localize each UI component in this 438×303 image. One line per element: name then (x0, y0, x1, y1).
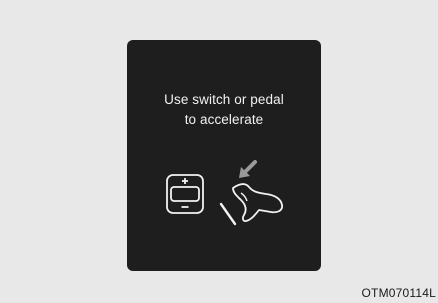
message-line-1: Use switch or pedal (164, 92, 284, 107)
warning-message: Use switch or pedal to accelerate (127, 90, 321, 130)
switch-plus-minus-icon (166, 174, 204, 214)
figure-code-label: OTM070114L (361, 286, 436, 300)
instrument-cluster-display: Use switch or pedal to accelerate (127, 40, 321, 271)
accelerator-pedal-foot-icon (219, 160, 283, 226)
message-line-2: to accelerate (184, 112, 264, 127)
figure-page: Use switch or pedal to accelerate OTM070… (0, 0, 438, 303)
